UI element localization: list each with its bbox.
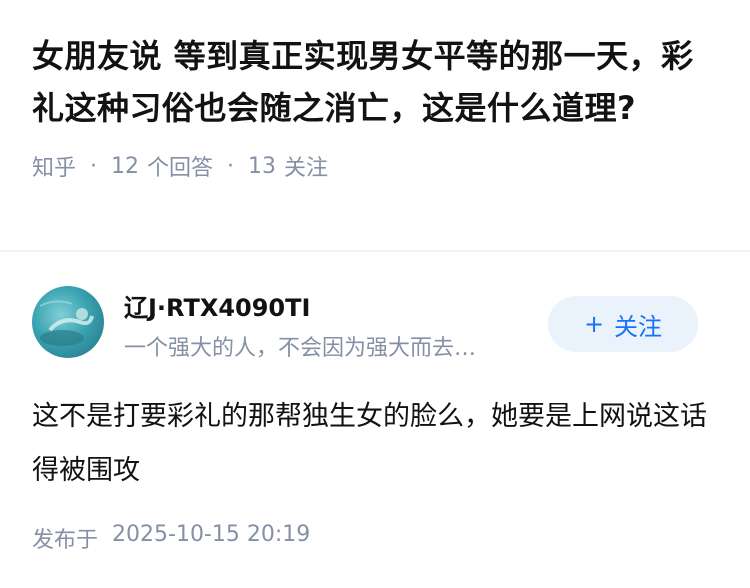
question-meta: 知乎 · 12 个回答 · 13 关注 — [32, 150, 718, 182]
avatar-image — [39, 300, 94, 346]
author-name[interactable]: 辽J·RTX4090TI — [124, 288, 310, 323]
page: 女朋友说 等到真正实现男女平等的那一天，彩礼这种习俗也会随之消亡，这是什么道理?… — [0, 0, 750, 588]
answer-count-label: 个回答 — [147, 156, 214, 181]
answer-content[interactable]: 这不是打要彩礼的那帮独生女的脸么，她要是上网说这话得被围攻 — [32, 390, 712, 498]
plus-icon: + — [583, 310, 605, 338]
answer-card: 辽J·RTX4090TI 一个强大的人，不会因为强大而去… + 关注 这不是打要… — [0, 252, 750, 553]
avatar[interactable] — [32, 286, 104, 358]
follow-count-label: 关注 — [284, 156, 329, 181]
publish-info: 发布于 2025-10-15 20:19 — [32, 522, 310, 554]
source-label[interactable]: 知乎 — [32, 150, 76, 182]
publish-time: 2025-10-15 20:19 — [112, 522, 311, 547]
question-title[interactable]: 女朋友说 等到真正实现男女平等的那一天，彩礼这种习俗也会随之消亡，这是什么道理? — [32, 30, 718, 134]
answer-count: 12 — [111, 153, 140, 179]
author-bio: 一个强大的人，不会因为强大而去… — [124, 336, 477, 361]
follow-count: 13 — [248, 153, 277, 179]
follow-button-label: 关注 — [614, 312, 663, 341]
publish-label: 发布于 — [32, 528, 99, 553]
question-header: 女朋友说 等到真正实现男女平等的那一天，彩礼这种习俗也会随之消亡，这是什么道理?… — [0, 0, 750, 182]
follow-button[interactable]: + 关注 — [548, 296, 698, 352]
meta-separator: · — [227, 153, 235, 179]
author-row: 辽J·RTX4090TI 一个强大的人，不会因为强大而去… + 关注 — [0, 252, 750, 372]
meta-separator: · — [90, 153, 98, 179]
